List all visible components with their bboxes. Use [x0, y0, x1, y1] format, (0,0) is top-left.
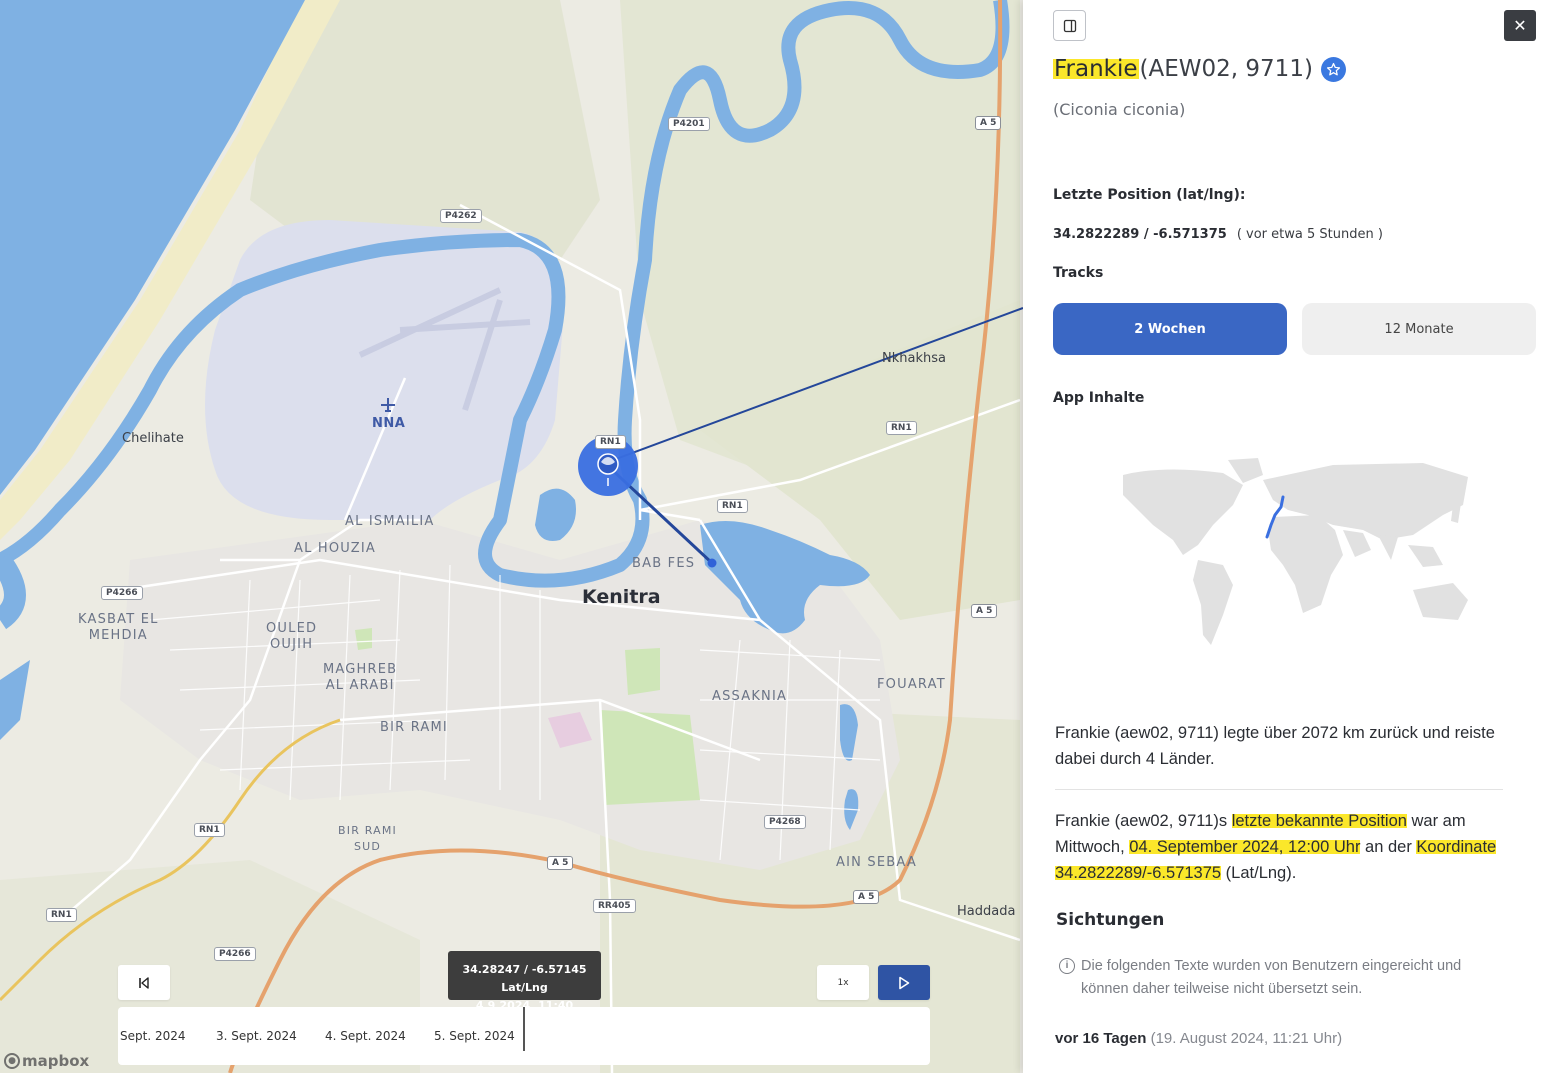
last-position-coords: 34.2822289 / -6.571375	[1053, 227, 1227, 242]
last-known-highlight-position: letzte bekannte Position	[1231, 812, 1407, 830]
map-label-fouarat: FOUARAT	[877, 677, 946, 692]
sighting-age: vor 16 Tagen	[1055, 1030, 1147, 1047]
road-shield: P4262	[440, 209, 482, 223]
map-label-bab-fes: BAB FES	[632, 556, 696, 571]
info-icon: i	[1059, 958, 1075, 974]
last-position-label: Letzte Position (lat/lng):	[1053, 187, 1246, 203]
timeline-scrubber[interactable]: Sept. 2024 3. Sept. 2024 4. Sept. 2024 5…	[118, 1007, 930, 1065]
timeline-cursor[interactable]	[523, 1007, 525, 1051]
track-range-2-weeks-button[interactable]: 2 Wochen	[1053, 303, 1287, 355]
road-shield: P4268	[764, 815, 806, 829]
translation-notice-text: Die folgenden Texte wurden von Benutzern…	[1081, 958, 1462, 997]
mapbox-logo-text: mapbox	[22, 1052, 90, 1070]
road-shield: P4266	[214, 947, 256, 961]
road-shield: A 5	[547, 856, 574, 870]
sighting-entry[interactable]: vor 16 Tagen (19. August 2024, 11:21 Uhr…	[1055, 1030, 1342, 1047]
timeline-tick: Sept. 2024	[120, 1029, 186, 1043]
road-shield: RN1	[595, 435, 626, 449]
map-label-al-ismailia: AL ISMAILIA	[345, 514, 435, 529]
map-label-kasbat-el-mehdia: KASBAT EL MEHDIA	[78, 612, 159, 643]
timeline-position-tooltip: 34.28247 / -6.57145 Lat/Lng 4.9.2024, 11…	[448, 951, 601, 1012]
road-shield: A 5	[975, 116, 1002, 130]
species-name: (Ciconia ciconia)	[1053, 100, 1186, 119]
road-shield: RR405	[593, 899, 636, 913]
skip-start-icon	[139, 976, 149, 989]
map-label-chelihate: Chelihate	[122, 431, 184, 446]
map-label-ain-sebaa: AIN SEBAA	[836, 855, 917, 870]
play-button[interactable]	[878, 965, 930, 1000]
road-shield: P4266	[101, 586, 143, 600]
play-icon	[899, 976, 910, 989]
translation-notice: i Die folgenden Texte wurden von Benutze…	[1059, 955, 1509, 1001]
last-known-highlight-date: 04. September 2024, 12:00 Uhr	[1129, 838, 1361, 856]
close-icon: ✕	[1513, 17, 1527, 35]
playback-speed-button[interactable]: 1x	[817, 965, 869, 1000]
timeline-tick: 3. Sept. 2024	[216, 1029, 297, 1043]
tooltip-coordinates: 34.28247 / -6.57145 Lat/Lng	[462, 963, 587, 994]
road-shield: P4201	[668, 117, 710, 131]
map-label-nna-airport: NNA	[372, 416, 406, 431]
last-known-prefix: Frankie (aew02, 9711)s	[1055, 812, 1228, 830]
travel-summary-text: Frankie (aew02, 9711) legte über 2072 km…	[1055, 724, 1495, 768]
map-label-assaknia: ASSAKNIA	[712, 689, 788, 704]
collapse-panel-button[interactable]	[1053, 10, 1086, 41]
animal-identifier: (AEW02, 9711)	[1139, 56, 1313, 82]
timeline-tick: 5. Sept. 2024	[434, 1029, 515, 1043]
animal-detail-panel: ✕ Frankie (AEW02, 9711) (Ciconia ciconia…	[1023, 0, 1552, 1073]
tracks-label: Tracks	[1053, 265, 1104, 281]
sighting-date: (19. August 2024, 11:21 Uhr)	[1150, 1030, 1343, 1047]
last-known-mid2: an der	[1365, 838, 1412, 856]
map-label-maghreb-al-arabi: MAGHREB AL ARABI	[323, 662, 398, 693]
animal-name: Frankie	[1053, 56, 1139, 82]
track-range-12-months-button[interactable]: 12 Monate	[1302, 303, 1536, 355]
map-label-ouled-oujih: OULED OUJIH	[266, 621, 318, 652]
app-root: Kenitra Chelihate NNA AL ISMAILIA AL HOU…	[0, 0, 1552, 1073]
last-known-position-text: Frankie (aew02, 9711)s letzte bekannte P…	[1055, 808, 1525, 886]
road-shield: A 5	[971, 604, 998, 618]
map-label-haddada: Haddada	[957, 904, 1016, 919]
star-icon	[1326, 62, 1340, 75]
map-label-bir-rami: BIR RAMI	[380, 720, 448, 735]
road-shield: RN1	[194, 823, 225, 837]
last-position-age: ( vor etwa 5 Stunden )	[1236, 227, 1383, 242]
divider	[1055, 789, 1503, 790]
road-shield: RN1	[46, 908, 77, 922]
last-position-value: 34.2822289 / -6.571375 ( vor etwa 5 Stund…	[1053, 227, 1383, 242]
mapbox-logo-icon: ●	[4, 1053, 20, 1069]
animal-title: Frankie (AEW02, 9711)	[1053, 56, 1346, 82]
road-shield: RN1	[717, 499, 748, 513]
timeline-tick: 4. Sept. 2024	[325, 1029, 406, 1043]
map-label-kenitra: Kenitra	[582, 586, 661, 608]
map-label-al-houzia: AL HOUZIA	[294, 541, 376, 556]
favorite-star-icon[interactable]	[1320, 56, 1346, 82]
map-label-nkhakhsa: Nkhakhsa	[882, 351, 946, 366]
sightings-heading: Sichtungen	[1056, 910, 1165, 930]
road-shield: A 5	[853, 890, 880, 904]
map-label-bir-rami-sud: BIR RAMI SUD	[338, 824, 397, 853]
sidebar-toggle-icon	[1063, 19, 1076, 32]
app-content-label: App Inhalte	[1053, 390, 1145, 406]
road-shield: RN1	[886, 421, 917, 435]
world-route-overview-map	[1123, 458, 1468, 645]
timeline-rewind-button[interactable]	[118, 965, 170, 1000]
mapbox-logo[interactable]: ● mapbox	[4, 1052, 89, 1070]
last-known-suffix: (Lat/Lng).	[1225, 864, 1297, 882]
close-panel-button[interactable]: ✕	[1504, 10, 1536, 41]
